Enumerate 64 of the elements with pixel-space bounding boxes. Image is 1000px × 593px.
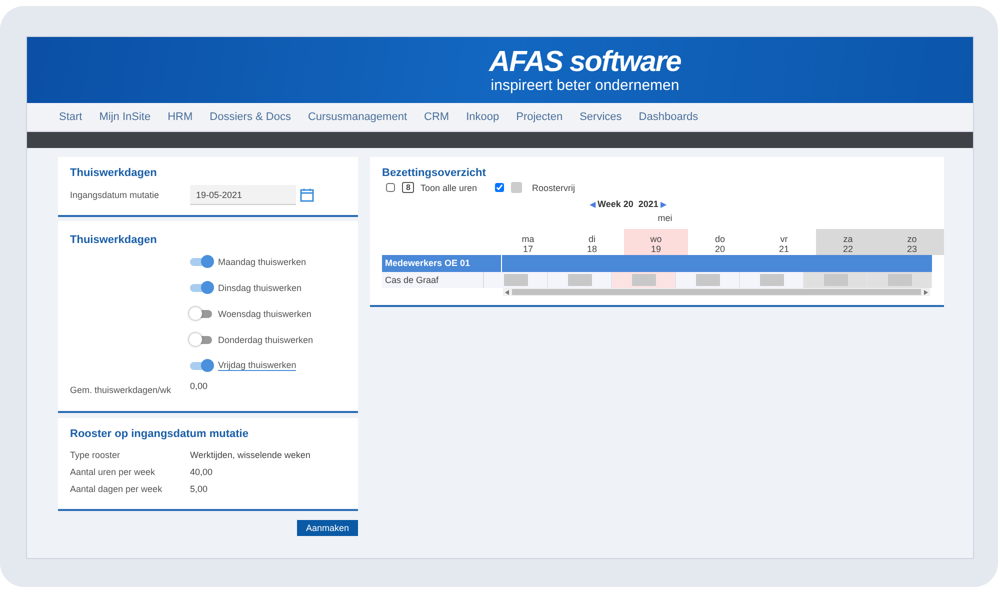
section-title: Thuiswerkdagen (70, 234, 158, 246)
checkbox[interactable] (386, 183, 395, 192)
nav-link[interactable]: Dashboards (638, 111, 698, 123)
field-label: Type rooster (70, 450, 122, 460)
toggle-switch[interactable] (190, 310, 212, 318)
field-label: Aantal uren per week (70, 466, 156, 476)
nav-link[interactable]: Services (580, 111, 622, 123)
field-value: 40,00 (190, 466, 213, 476)
day-header: za 22 (816, 229, 880, 255)
field-value: Werktijden, wisselende weken (190, 450, 310, 460)
section-title: Bezettingsoverzicht (382, 167, 487, 179)
section-title: Rooster op ingangsdatum mutatie (70, 428, 250, 440)
nav-link[interactable]: Start (59, 111, 82, 123)
nav-link[interactable]: HRM (168, 111, 193, 123)
create-button[interactable]: Aanmaken (296, 520, 358, 536)
date-field[interactable]: 19-05-2021 (190, 185, 296, 205)
option-label: Toon alle uren (420, 182, 477, 192)
toggle-switch[interactable] (190, 362, 212, 370)
day-header: wo 19 (624, 229, 688, 255)
schedule-block (504, 274, 528, 286)
scroll-left-icon[interactable] (505, 290, 509, 294)
field-label: Gem. thuiswerkdagen/wk (70, 385, 172, 395)
toggle-label: Vrijdag thuiswerken (218, 360, 296, 371)
next-week-button[interactable]: ▶ (660, 200, 666, 208)
week-label: Week 20 2021 (598, 199, 658, 209)
field-label: Ingangsdatum mutatie (70, 190, 160, 200)
nav-link[interactable]: Projecten (516, 111, 563, 123)
nav-link[interactable]: Cursusmanagement (308, 111, 408, 123)
day-header: do 20 (714, 233, 726, 255)
schedule-block (696, 274, 720, 286)
toggle-label: Woensdag thuiswerken (218, 308, 312, 318)
toggle-label: Donderdag thuiswerken (218, 334, 314, 344)
schedule-block (760, 274, 784, 286)
field-label: Aantal dagen per week (70, 484, 164, 494)
nav-link[interactable]: Dossiers & Docs (210, 111, 291, 123)
option-label: Roostervrij (532, 182, 576, 192)
previous-week-button[interactable]: ◀ (590, 200, 596, 208)
field-value: 0,00 (190, 381, 208, 391)
day-header: vr 21 (778, 233, 790, 255)
nav-link[interactable]: Mijn InSite (99, 111, 151, 123)
day-header: ma 17 (520, 233, 536, 255)
schedule-block (632, 274, 656, 286)
toggle-label: Maandag thuiswerken (218, 256, 306, 266)
schedule-block (568, 274, 592, 286)
calendar-icon[interactable] (300, 188, 314, 202)
toggle-switch[interactable] (190, 284, 212, 292)
toggle-label: Dinsdag thuiswerken (218, 282, 302, 292)
nav-link[interactable]: CRM (424, 111, 450, 123)
schedule-block (824, 274, 848, 286)
month-label: mei (656, 213, 674, 225)
section-title: Thuiswerkdagen (70, 167, 158, 179)
toggle-switch[interactable] (190, 336, 212, 344)
toggle-switch[interactable] (190, 258, 212, 266)
nav-link[interactable]: Inkoop (466, 111, 500, 123)
schedule-block (888, 274, 912, 286)
checkbox[interactable] (495, 183, 504, 192)
day-header: di 18 (586, 233, 598, 255)
scroll-right-icon[interactable] (924, 290, 928, 294)
field-value: 5,00 (190, 484, 208, 494)
horizontal-scrollbar[interactable] (503, 288, 930, 296)
brand-logo: AFAS software (489, 48, 681, 76)
day-header: zo 23 (880, 229, 944, 255)
brand-tagline: inspireert beter ondernemen (490, 78, 680, 92)
hours-badge: 8 (402, 182, 414, 193)
